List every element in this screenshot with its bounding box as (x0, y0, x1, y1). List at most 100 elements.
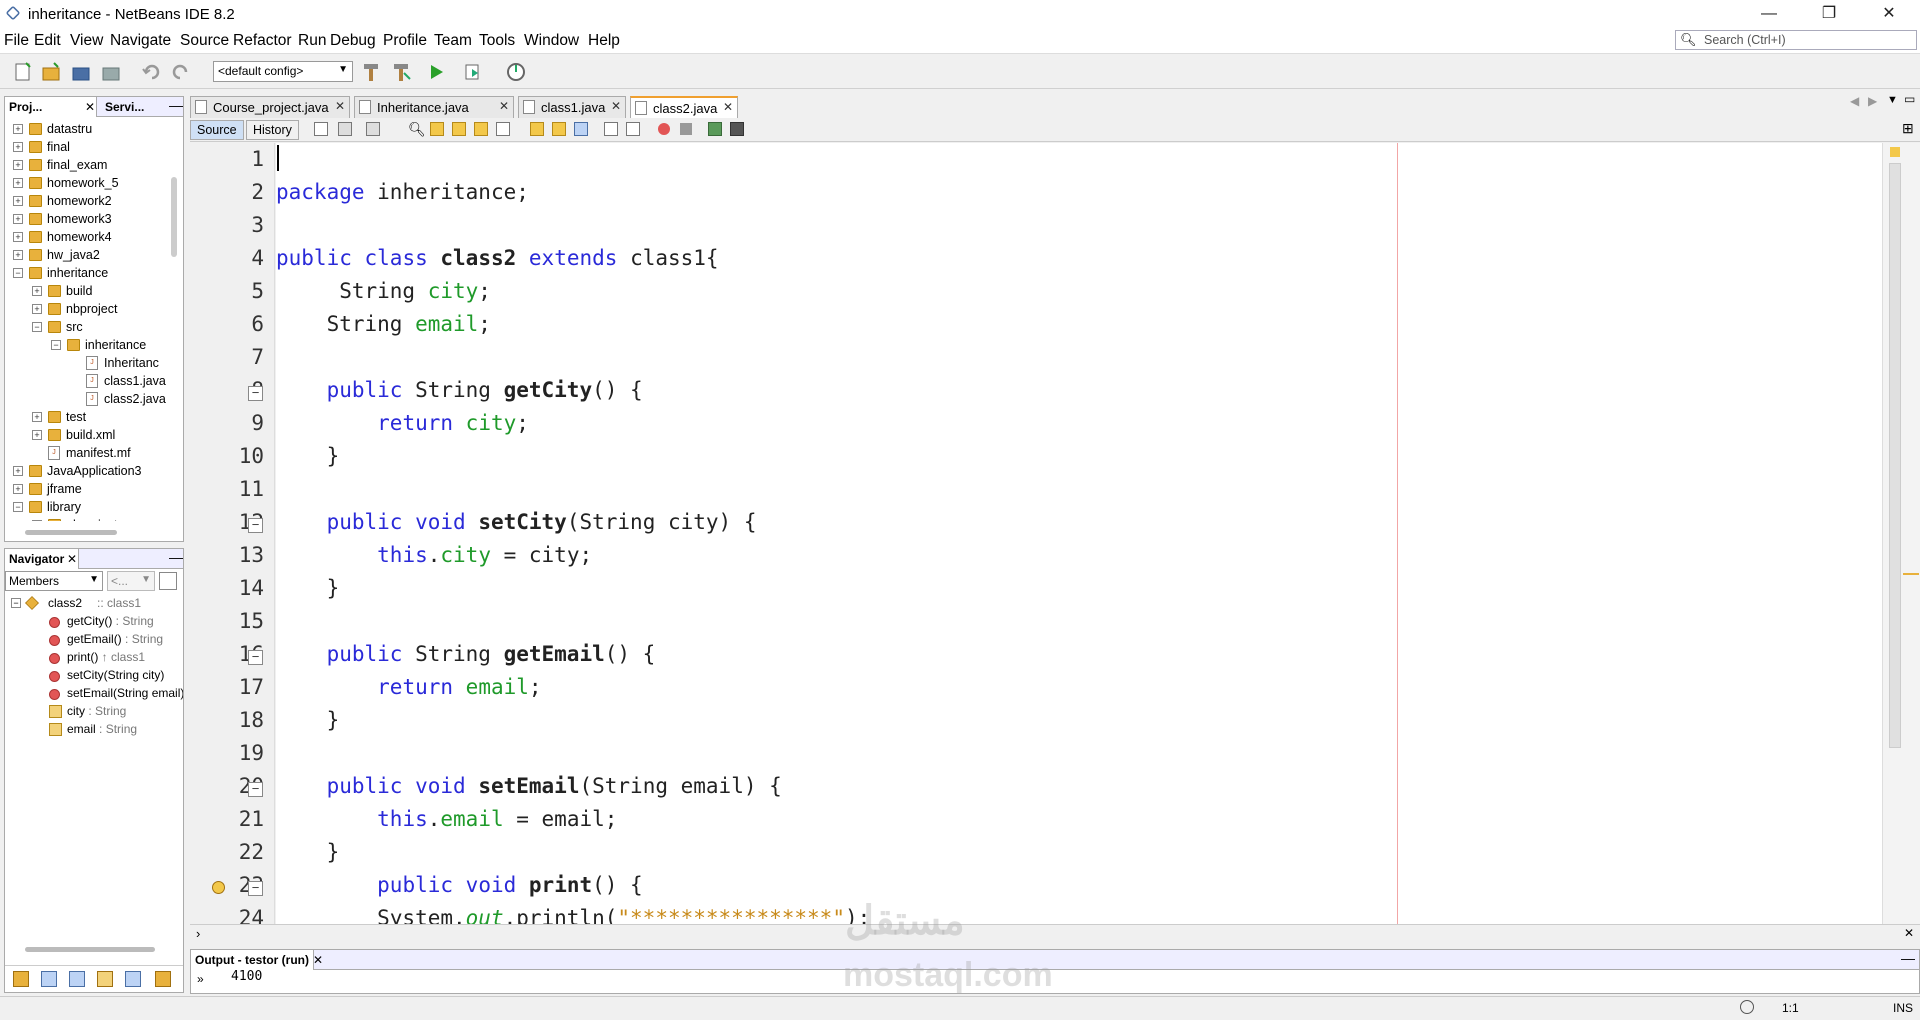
show-inner-classes-icon[interactable] (125, 971, 141, 987)
toggle-bookmark-icon[interactable] (574, 122, 588, 136)
comment-icon[interactable] (708, 122, 722, 136)
menu-help[interactable]: Help (588, 32, 620, 50)
tab-scroll-right-icon[interactable]: ▶ (1868, 94, 1877, 108)
find-selection-icon[interactable] (474, 122, 488, 136)
build-hammer-icon[interactable] (360, 61, 382, 83)
editor-tab[interactable]: Inheritance.java ✕ (354, 96, 514, 118)
collapse-icon[interactable]: − (13, 268, 23, 278)
editor-tab[interactable]: class2.java ✕ (630, 96, 738, 118)
fold-toggle-icon[interactable]: − (248, 782, 263, 797)
menu-debug[interactable]: Debug (330, 32, 376, 50)
next-bookmark-icon[interactable] (552, 122, 566, 136)
editor-tab[interactable]: class1.java ✕ (518, 96, 626, 118)
expand-icon[interactable]: + (13, 214, 23, 224)
new-file-icon[interactable] (12, 61, 34, 83)
editor-scroll-thumb[interactable] (1889, 163, 1901, 748)
config-select[interactable]: <default config> ▼ (213, 61, 353, 82)
inherited-members-icon[interactable] (13, 971, 29, 987)
close-icon[interactable]: ✕ (67, 552, 77, 566)
menu-source[interactable]: Source (180, 32, 229, 50)
menu-window[interactable]: Window (524, 32, 579, 50)
menu-tools[interactable]: Tools (479, 32, 515, 50)
close-button[interactable]: ✕ (1866, 0, 1912, 28)
expand-icon[interactable]: + (13, 232, 23, 242)
minimize-panel-icon[interactable]: — (169, 549, 183, 565)
split-editor-icon[interactable]: ⊞ (1902, 120, 1914, 137)
shift-left-icon[interactable] (604, 122, 618, 136)
editor-tab[interactable]: Course_project.java ✕ (190, 96, 350, 118)
expand-icon[interactable]: + (32, 304, 42, 314)
editor-hscroll[interactable]: › ✕ (190, 924, 1920, 944)
expand-icon[interactable]: + (32, 286, 42, 296)
expand-icon[interactable]: + (13, 250, 23, 260)
navigator-member[interactable]: print() ↑ class1 (5, 649, 183, 667)
show-static-icon[interactable] (69, 971, 85, 987)
close-icon[interactable]: ✕ (313, 953, 323, 967)
tab-list-icon[interactable]: ▼ (1887, 94, 1898, 106)
menu-team[interactable]: Team (434, 32, 472, 50)
error-stripe-mark[interactable] (1903, 573, 1919, 575)
expand-icon[interactable]: + (32, 520, 42, 521)
close-tab-icon[interactable]: ✕ (611, 99, 621, 113)
undo-icon[interactable] (140, 61, 162, 83)
close-project-icon[interactable] (100, 61, 122, 83)
override-hint-icon[interactable] (212, 881, 225, 894)
code-editor[interactable]: package inheritance; public class class2 … (276, 143, 1882, 924)
tree-hscrollbar[interactable] (25, 530, 117, 535)
nav-hscrollbar[interactable] (25, 947, 155, 952)
output-tab[interactable]: Output - testor (run) (191, 950, 314, 970)
shift-right-icon[interactable] (626, 122, 640, 136)
output-rerun-icon[interactable]: » (197, 972, 204, 986)
close-icon[interactable]: ✕ (85, 100, 95, 114)
expand-icon[interactable]: + (13, 178, 23, 188)
minimize-panel-icon[interactable]: — (169, 97, 183, 113)
menu-file[interactable]: File (4, 32, 29, 50)
start-macro-icon[interactable] (658, 123, 670, 135)
tree-scrollbar[interactable] (171, 177, 177, 257)
previous-bookmark-icon[interactable] (530, 122, 544, 136)
open-project-icon[interactable] (70, 61, 92, 83)
tab-services[interactable]: Servi... (101, 97, 148, 117)
collapse-icon[interactable]: − (51, 340, 61, 350)
menu-navigate[interactable]: Navigate (110, 32, 171, 50)
filter-select[interactable]: <... ▼ (107, 571, 155, 591)
menu-profile[interactable]: Profile (383, 32, 427, 50)
history-tab[interactable]: History (246, 120, 299, 140)
maximize-window-icon[interactable]: ▭ (1904, 92, 1915, 106)
hide-nonpublic-icon[interactable] (97, 971, 113, 987)
expand-icon[interactable]: + (13, 466, 23, 476)
navigator-member[interactable]: email : String (5, 721, 183, 739)
show-fields-icon[interactable] (41, 971, 57, 987)
profile-icon[interactable] (505, 61, 527, 83)
menu-run[interactable]: Run (298, 32, 326, 50)
redo-icon[interactable] (170, 61, 192, 83)
toggle-highlight-icon[interactable] (496, 122, 510, 136)
menu-refactor[interactable]: Refactor (233, 32, 292, 50)
collapse-icon[interactable]: − (11, 598, 21, 608)
tab-scroll-left-icon[interactable]: ◀ (1850, 94, 1859, 108)
debug-icon[interactable] (462, 61, 484, 83)
navigator-member[interactable]: getCity() : String (5, 613, 183, 631)
close-tab-icon[interactable]: ✕ (499, 99, 509, 113)
notifications-icon[interactable] (1740, 1000, 1754, 1014)
back-icon[interactable] (338, 122, 352, 136)
stop-macro-icon[interactable] (680, 123, 692, 135)
expand-icon[interactable]: + (13, 142, 23, 152)
find-next-icon[interactable] (452, 122, 466, 136)
navigator-member[interactable]: setEmail(String email) (5, 685, 183, 703)
menu-view[interactable]: View (70, 32, 103, 50)
minimize-button[interactable]: — (1746, 0, 1792, 28)
forward-icon[interactable] (366, 122, 380, 136)
collapse-icon[interactable]: − (13, 502, 23, 512)
close-tab-icon[interactable]: ✕ (723, 100, 733, 114)
navigator-member[interactable]: getEmail() : String (5, 631, 183, 649)
expand-icon[interactable]: + (32, 430, 42, 440)
collapse-icon[interactable]: − (32, 322, 42, 332)
find-previous-icon[interactable] (430, 122, 444, 136)
source-tab[interactable]: Source (190, 120, 244, 140)
tab-projects[interactable]: Proj... (5, 97, 97, 117)
last-edit-icon[interactable] (314, 122, 328, 136)
new-project-icon[interactable] (40, 61, 62, 83)
expand-icon[interactable]: + (13, 160, 23, 170)
chevron-right-icon[interactable]: › (196, 926, 200, 941)
